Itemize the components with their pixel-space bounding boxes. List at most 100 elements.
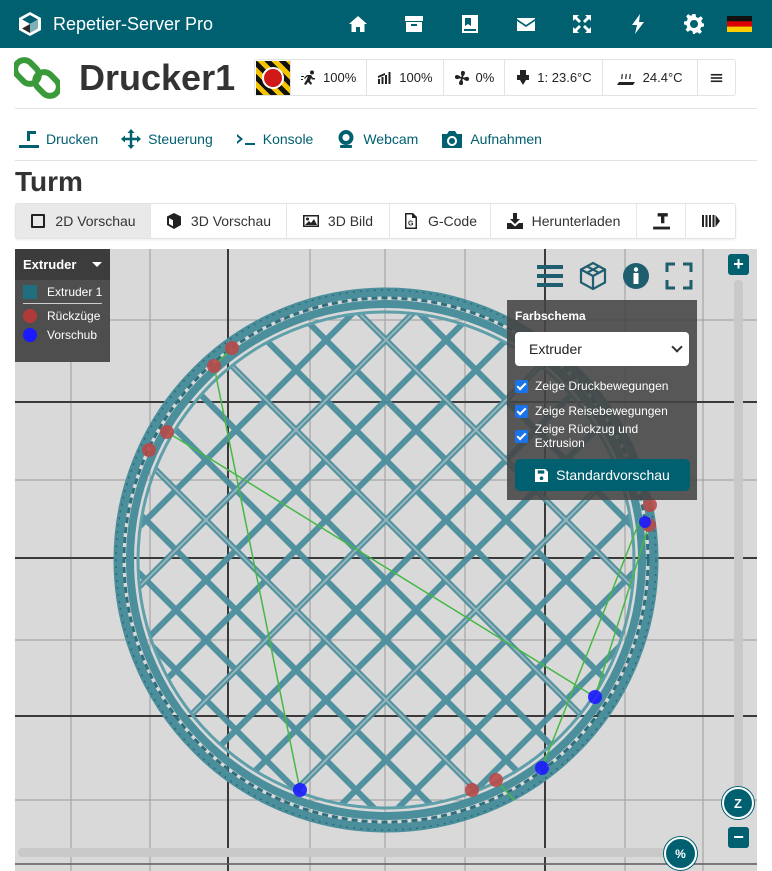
heated-bed-icon bbox=[616, 73, 635, 85]
svg-text:G: G bbox=[408, 221, 414, 228]
legend-header[interactable]: Extruder bbox=[15, 249, 110, 280]
messages-button[interactable] bbox=[498, 0, 554, 48]
top-bar: Repetier-Server Pro bbox=[0, 0, 772, 48]
checkbox-label: Zeige Rückzug und Extrusion bbox=[534, 422, 639, 450]
bed-temp-status[interactable]: 24.4°C bbox=[603, 60, 698, 95]
settings-button[interactable] bbox=[666, 0, 722, 48]
info-icon[interactable] bbox=[621, 261, 651, 291]
nav-aufnahmen[interactable]: Aufnahmen bbox=[440, 129, 542, 149]
print-icon bbox=[19, 131, 39, 148]
german-flag-icon[interactable] bbox=[727, 16, 752, 32]
checkbox-label: Zeige Druckbewegungen bbox=[535, 379, 669, 393]
fan-icon bbox=[454, 70, 469, 85]
emergency-stop-button[interactable] bbox=[255, 60, 291, 95]
nav-aufnahmen-label: Aufnahmen bbox=[470, 131, 542, 147]
checkbox-checked-icon bbox=[515, 404, 528, 418]
fullscreen-button[interactable] bbox=[554, 0, 610, 48]
percent-handle[interactable]: % bbox=[664, 837, 697, 870]
home-icon bbox=[349, 16, 367, 32]
move-icon bbox=[121, 129, 142, 149]
progress-slider[interactable] bbox=[18, 848, 678, 857]
color-scheme-value: Extruder bbox=[529, 341, 582, 357]
speed-status[interactable]: 100% bbox=[291, 60, 368, 95]
mail-icon bbox=[517, 18, 535, 31]
legend-item-label: Extruder 1 bbox=[47, 284, 103, 299]
extruder-swatch bbox=[23, 284, 37, 299]
view-options-panel: Farbschema Extruder Zeige Druckbewegunge… bbox=[507, 300, 697, 500]
square-icon bbox=[31, 214, 46, 228]
gear-icon bbox=[684, 14, 704, 34]
speed-value: 100% bbox=[323, 70, 357, 85]
show-travel-moves-checkbox[interactable]: Zeige Reisebewegungen bbox=[515, 404, 689, 418]
show-retract-checkbox[interactable]: Zeige Rückzug und Extrusion bbox=[515, 422, 689, 450]
emergency-stop-icon bbox=[261, 66, 284, 89]
default-view-button[interactable]: Standardvorschau bbox=[515, 459, 690, 491]
printer-header: Drucker1 100% 100% 0% 1: 23.6°C 24.4°C bbox=[0, 52, 772, 104]
extruder-temp-status[interactable]: 1: 23.6°C bbox=[505, 60, 603, 95]
tab-2d-vorschau[interactable]: 2D Vorschau bbox=[16, 204, 151, 238]
running-icon bbox=[301, 70, 315, 85]
tab-queue[interactable] bbox=[686, 204, 735, 238]
brand[interactable]: Repetier-Server Pro bbox=[17, 11, 213, 37]
extruder-temp-value: 1: 23.6°C bbox=[537, 70, 592, 85]
bed-temp-value: 24.4°C bbox=[642, 70, 683, 85]
nav-drucken[interactable]: Drucken bbox=[18, 129, 98, 149]
nav-konsole-label: Konsole bbox=[262, 131, 314, 147]
cube-outline-icon[interactable] bbox=[578, 261, 608, 291]
nav-drucken-label: Drucken bbox=[46, 131, 99, 147]
color-scheme-select[interactable]: Extruder bbox=[515, 332, 689, 366]
nav-konsole[interactable]: Konsole bbox=[235, 129, 314, 149]
zoom-in-button[interactable]: + bbox=[728, 254, 749, 275]
retract-swatch bbox=[23, 308, 37, 323]
download-icon bbox=[506, 213, 523, 229]
image-icon bbox=[302, 215, 319, 227]
legend-item-label: Rückzüge bbox=[47, 308, 101, 323]
hamburger-icon bbox=[710, 73, 722, 82]
cube-icon bbox=[166, 213, 181, 229]
checkbox-checked-icon bbox=[515, 379, 528, 393]
fan-status[interactable]: 0% bbox=[444, 60, 506, 95]
home-button[interactable] bbox=[330, 0, 386, 48]
printer-name: Drucker1 bbox=[79, 57, 236, 98]
camera-icon bbox=[442, 131, 463, 148]
webcam-icon bbox=[338, 130, 354, 148]
menu-button[interactable] bbox=[698, 60, 735, 95]
flow-status[interactable]: 100% bbox=[367, 60, 444, 95]
tab-herunterladen[interactable]: Herunterladen bbox=[491, 204, 637, 238]
tab-herunterladen-label: Herunterladen bbox=[531, 213, 621, 229]
zoom-out-button[interactable]: − bbox=[728, 827, 749, 848]
layers-menu-icon[interactable] bbox=[535, 261, 565, 291]
nav-webcam[interactable]: Webcam bbox=[335, 129, 418, 149]
tab-2d-vorschau-label: 2D Vorschau bbox=[55, 213, 136, 229]
caret-down-icon bbox=[92, 262, 102, 267]
flow-icon bbox=[378, 71, 391, 84]
layer-slider[interactable] bbox=[734, 280, 743, 820]
tab-g-code[interactable]: G G-Code bbox=[390, 204, 491, 238]
feed-swatch bbox=[23, 327, 37, 342]
nav-steuerung-label: Steuerung bbox=[148, 131, 213, 147]
legend-separator bbox=[23, 303, 102, 304]
show-print-moves-checkbox[interactable]: Zeige Druckbewegungen bbox=[515, 379, 689, 393]
tab-3d-vorschau[interactable]: 3D Vorschau bbox=[151, 204, 287, 238]
nav-webcam-label: Webcam bbox=[363, 131, 419, 147]
archive-button[interactable] bbox=[386, 0, 442, 48]
legend-item-retract: Rückzüge bbox=[15, 306, 110, 325]
app-title: Repetier-Server Pro bbox=[53, 13, 214, 34]
tab-print[interactable] bbox=[637, 204, 686, 238]
printer-nav: Drucken Steuerung Konsole Webcam Aufnahm… bbox=[18, 126, 564, 152]
legend-item-extruder: Extruder 1 bbox=[15, 282, 110, 301]
chevron-down-icon bbox=[671, 341, 683, 353]
printer-status-bar: 100% 100% 0% 1: 23.6°C 24.4°C bbox=[254, 59, 736, 96]
bolt-icon bbox=[632, 14, 644, 34]
link-icon bbox=[14, 57, 60, 99]
terminal-icon bbox=[236, 134, 255, 145]
extruder-icon bbox=[517, 69, 530, 85]
default-view-label: Standardvorschau bbox=[556, 467, 670, 483]
nav-steuerung[interactable]: Steuerung bbox=[120, 129, 213, 149]
viewer-toolbar bbox=[535, 258, 707, 294]
z-layer-handle[interactable]: Z bbox=[722, 787, 754, 819]
docs-button[interactable] bbox=[442, 0, 498, 48]
fullscreen-icon[interactable] bbox=[664, 261, 694, 291]
power-button[interactable] bbox=[610, 0, 666, 48]
tab-3d-bild[interactable]: 3D Bild bbox=[287, 204, 390, 238]
